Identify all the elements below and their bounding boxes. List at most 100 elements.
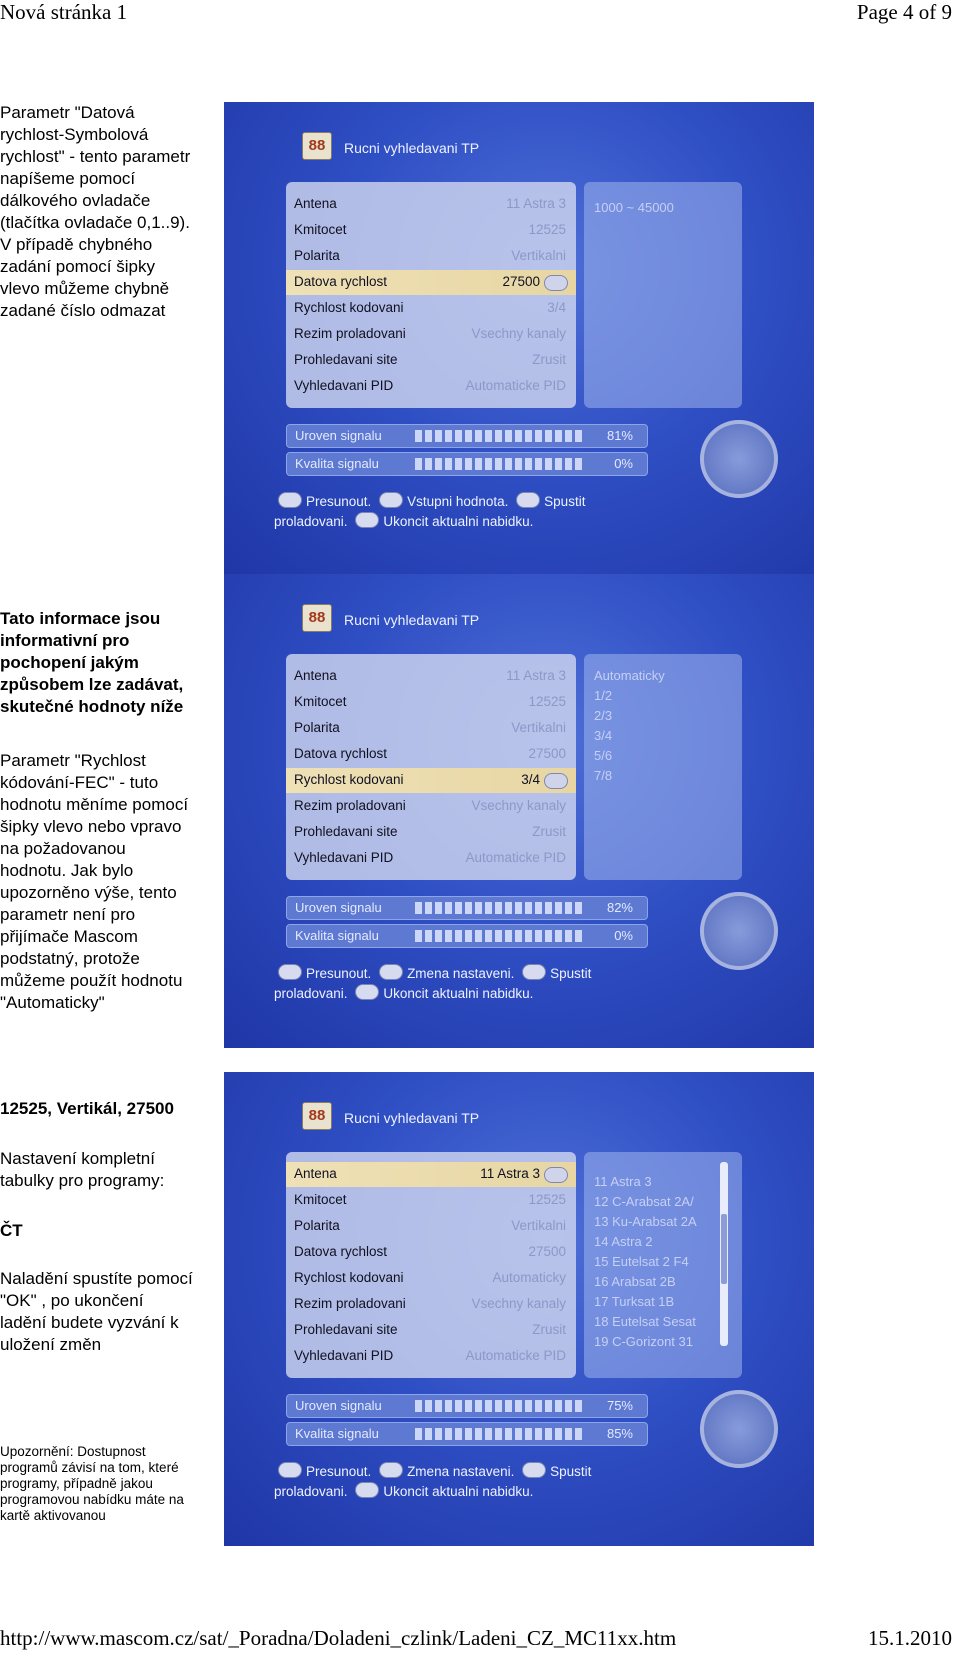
row-vyhledavani-pid[interactable]: Vyhledavani PID Automaticke PID [286, 374, 576, 399]
text-line: rychlost-Symbolová [0, 125, 149, 144]
help-exit: Ukoncit aktualni nabidku. [383, 986, 534, 1001]
help-move: Presunout. [306, 1464, 372, 1479]
text-line: přijímače Mascom [0, 927, 138, 946]
row-label: Polarita [294, 1218, 340, 1233]
text-line: V případě chybného [0, 235, 153, 254]
text-line: (tlačítka ovladače 0,1..9). [0, 213, 190, 232]
row-value: 3/4 [547, 300, 566, 315]
options-panel: 1000 ~ 45000 [584, 182, 742, 408]
text-line: informativní pro [0, 631, 130, 650]
row-kmitocet[interactable]: Kmitocet 12525 [286, 690, 576, 715]
satellite-option[interactable]: 14 Astra 2 [594, 1234, 653, 1249]
row-rychlost-kodovani[interactable]: Rychlost kodovani Automaticky [286, 1266, 576, 1291]
help-start: Spustit [550, 1464, 592, 1479]
row-value: 3/4 [521, 772, 540, 787]
fec-option[interactable]: 3/4 [594, 728, 612, 743]
row-prohledavani[interactable]: Prohledavani site Zrusit [286, 1318, 576, 1343]
page-url: http://www.mascom.cz/sat/_Poradna/Dolade… [0, 1626, 677, 1650]
row-value: 11 Astra 3 [506, 668, 566, 683]
row-kmitocet[interactable]: Kmitocet 12525 [286, 218, 576, 243]
left-right-key-icon [379, 1462, 404, 1478]
row-value: Zrusit [532, 824, 566, 839]
text-line: dálkového ovladače [0, 191, 151, 210]
satellite-option[interactable]: 15 Eutelsat 2 F4 [594, 1254, 689, 1269]
row-antena[interactable]: Antena 11 Astra 3 [286, 192, 576, 217]
tv-screenshot-3: 88 Rucni vyhledavani TP Antena 11 Astra 3… [224, 1072, 814, 1546]
satellite-option[interactable]: 16 Arabsat 2B [594, 1274, 676, 1289]
list-scrollbar[interactable] [720, 1162, 728, 1346]
tv-screenshot-1: 88 Rucni vyhledavani TP Antena 11 Astra 3… [224, 102, 814, 576]
fec-option[interactable]: 7/8 [594, 768, 612, 783]
row-label: Vyhledavani PID [294, 850, 394, 865]
range-hint: 1000 ~ 45000 [594, 200, 674, 215]
row-rychlost-kodovani[interactable]: Rychlost kodovani 3/4 [286, 296, 576, 321]
row-label: Vyhledavani PID [294, 378, 394, 393]
help-text: Presunout. Vstupni hodnota. Spustit prol… [274, 492, 585, 532]
fec-option[interactable]: 1/2 [594, 688, 612, 703]
row-datova-rychlost[interactable]: Datova rychlost 27500 [286, 270, 576, 295]
satellite-option[interactable]: 11 Astra 3 [594, 1174, 652, 1189]
row-antena[interactable]: Antena 11 Astra 3 [286, 1162, 576, 1187]
satellite-option[interactable]: 13 Ku-Arabsat 2A [594, 1214, 697, 1229]
help-text: Presunout. Zmena nastaveni. Spustit prol… [274, 964, 591, 1004]
text-line: Tato informace jsou [0, 609, 161, 628]
row-polarita[interactable]: Polarita Vertikalni [286, 1214, 576, 1239]
row-polarita[interactable]: Polarita Vertikalni [286, 716, 576, 741]
help-proladovani: proladovani. [274, 514, 348, 529]
text-line: Upozornění: Dostupnost [0, 1444, 146, 1459]
scrollbar-thumb[interactable] [721, 1214, 727, 1284]
text-line: Nastavení kompletní [0, 1149, 155, 1168]
menu-logo-icon: 88 [302, 604, 332, 632]
satellite-dish-icon [700, 1390, 778, 1468]
text-block-2: Parametr "Rychlost kódování-FEC" - tuto … [0, 750, 188, 1014]
satellite-option[interactable]: 17 Turksat 1B [594, 1294, 674, 1309]
fec-option[interactable]: Automaticky [594, 668, 665, 683]
satellite-option[interactable]: 19 C-Gorizont 31 [594, 1334, 693, 1349]
row-value: Vertikalni [511, 1218, 566, 1233]
satellite-option[interactable]: 18 Eutelsat Sesat [594, 1314, 696, 1329]
signal-level-bar: Uroven signalu 75% [286, 1394, 648, 1418]
row-datova-rychlost[interactable]: Datova rychlost 27500 [286, 1240, 576, 1265]
row-rezim[interactable]: Rezim proladovani Vsechny kanaly [286, 794, 576, 819]
row-antena[interactable]: Antena 11 Astra 3 [286, 664, 576, 689]
row-rezim[interactable]: Rezim proladovani Vsechny kanaly [286, 1292, 576, 1317]
row-polarita[interactable]: Polarita Vertikalni [286, 244, 576, 269]
row-label: Rezim proladovani [294, 326, 406, 341]
text-line: pochopení jakým [0, 653, 139, 672]
row-label: Rezim proladovani [294, 798, 406, 813]
row-vyhledavani-pid[interactable]: Vyhledavani PID Automaticke PID [286, 1344, 576, 1369]
row-rychlost-kodovani[interactable]: Rychlost kodovani 3/4 [286, 768, 576, 793]
satellite-option[interactable]: 12 C-Arabsat 2A/ [594, 1194, 694, 1209]
row-label: Vyhledavani PID [294, 1348, 394, 1363]
signal-quality-bar: Kvalita signalu 0% [286, 452, 648, 476]
fec-option[interactable]: 2/3 [594, 708, 612, 723]
left-right-arrow-icon [544, 275, 568, 291]
row-prohledavani[interactable]: Prohledavani site Zrusit [286, 820, 576, 845]
row-kmitocet[interactable]: Kmitocet 12525 [286, 1188, 576, 1213]
text-line: rychlost" - tento parametr [0, 147, 191, 166]
fec-option[interactable]: 5/6 [594, 748, 612, 763]
help-start: Spustit [544, 494, 586, 509]
row-datova-rychlost[interactable]: Datova rychlost 27500 [286, 742, 576, 767]
row-vyhledavani-pid[interactable]: Vyhledavani PID Automaticke PID [286, 846, 576, 871]
ok-key-icon [522, 964, 547, 980]
screen-title: Rucni vyhledavani TP [344, 140, 480, 156]
row-rezim[interactable]: Rezim proladovani Vsechny kanaly [286, 322, 576, 347]
help-start: Spustit [550, 966, 592, 981]
row-value: Automaticke PID [465, 378, 566, 393]
text-line: šipky vlevo nebo vpravo [0, 817, 182, 836]
signal-level-bar: Uroven signalu 81% [286, 424, 648, 448]
text-line: způsobem lze zadávat, [0, 675, 184, 694]
row-prohledavani[interactable]: Prohledavani site Zrusit [286, 348, 576, 373]
row-label: Antena [294, 1166, 337, 1181]
text-line: napíšeme pomocí [0, 169, 136, 188]
row-label: Datova rychlost [294, 1244, 388, 1259]
bar-percent: 85% [606, 1426, 633, 1441]
text-line: Naladění spustíte pomocí [0, 1269, 193, 1288]
row-value: Vsechny kanaly [471, 798, 566, 813]
settings-panel: Antena 11 Astra 3 Kmitocet 12525 Polarita V… [286, 654, 576, 880]
bar-label: Kvalita signalu [295, 456, 379, 471]
help-exit: Ukoncit aktualni nabidku. [383, 514, 534, 529]
row-value: 12525 [528, 222, 566, 237]
row-label: Kmitocet [294, 222, 347, 237]
